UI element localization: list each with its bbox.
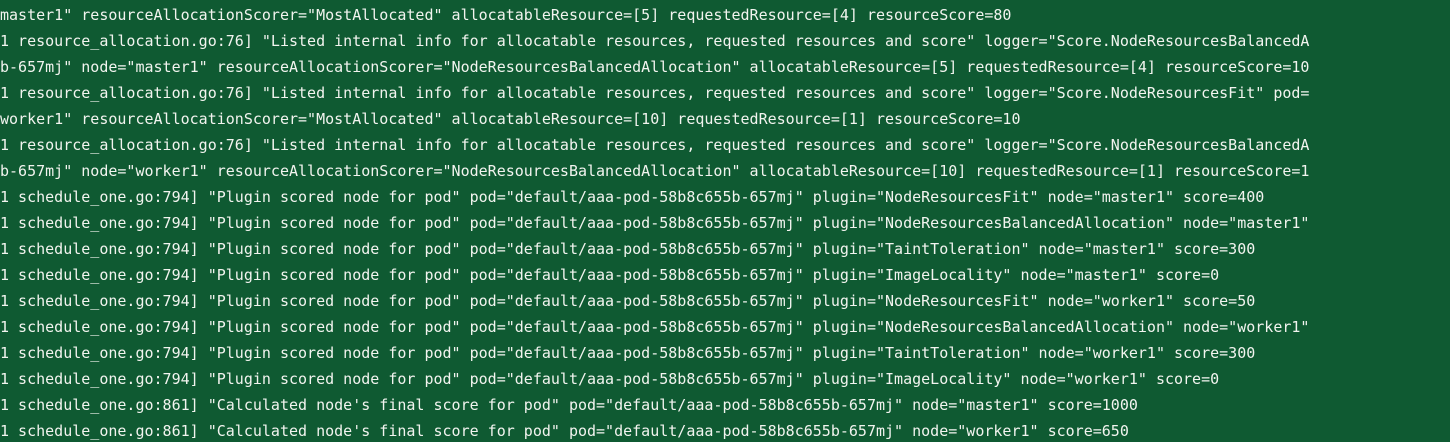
- terminal-window[interactable]: master1" resourceAllocationScorer="MostA…: [0, 0, 1450, 442]
- log-line: 1 resource_allocation.go:76] "Listed int…: [0, 84, 1310, 102]
- log-line: 1 schedule_one.go:794] "Plugin scored no…: [0, 370, 1220, 388]
- log-line: 1 schedule_one.go:794] "Plugin scored no…: [0, 188, 1265, 206]
- terminal-output[interactable]: master1" resourceAllocationScorer="MostA…: [0, 2, 1450, 442]
- log-line: 1 schedule_one.go:861] "Calculated node'…: [0, 396, 1138, 414]
- log-line: 1 resource_allocation.go:76] "Listed int…: [0, 136, 1310, 154]
- log-line: 1 schedule_one.go:794] "Plugin scored no…: [0, 266, 1220, 284]
- log-line: 1 schedule_one.go:794] "Plugin scored no…: [0, 318, 1310, 336]
- log-line: worker1" resourceAllocationScorer="MostA…: [0, 110, 1021, 128]
- log-line: b-657mj" node="master1" resourceAllocati…: [0, 58, 1310, 76]
- log-line: 1 schedule_one.go:794] "Plugin scored no…: [0, 214, 1310, 232]
- log-line: 1 schedule_one.go:794] "Plugin scored no…: [0, 240, 1256, 258]
- log-line: 1 schedule_one.go:794] "Plugin scored no…: [0, 292, 1256, 310]
- log-line: b-657mj" node="worker1" resourceAllocati…: [0, 162, 1310, 180]
- log-line: 1 resource_allocation.go:76] "Listed int…: [0, 32, 1310, 50]
- log-line: 1 schedule_one.go:794] "Plugin scored no…: [0, 344, 1256, 362]
- log-line: master1" resourceAllocationScorer="MostA…: [0, 6, 1012, 24]
- log-line: 1 schedule_one.go:861] "Calculated node'…: [0, 422, 1129, 440]
